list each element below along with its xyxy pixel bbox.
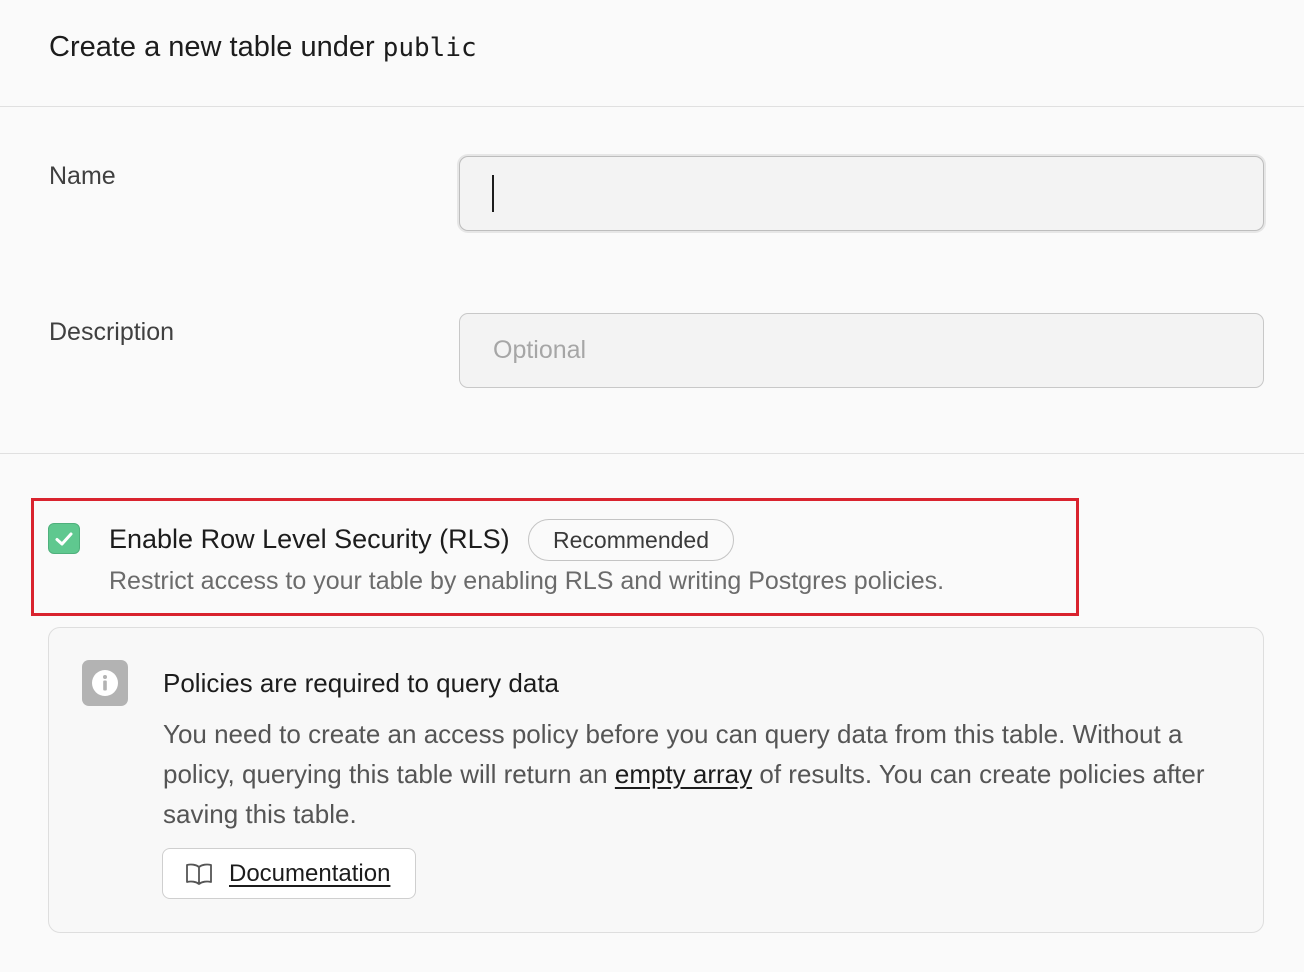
rls-label[interactable]: Enable Row Level Security (RLS) [109, 524, 510, 555]
recommended-badge: Recommended [528, 519, 734, 561]
schema-name: public [382, 33, 477, 63]
text-caret [492, 175, 494, 212]
alert-body: You need to create an access policy befo… [163, 714, 1243, 834]
documentation-label: Documentation [229, 859, 391, 887]
description-label: Description [49, 318, 175, 346]
book-icon [186, 863, 212, 885]
name-input[interactable] [459, 156, 1264, 231]
alert-title: Policies are required to query data [163, 668, 560, 698]
checkmark-icon [55, 532, 73, 545]
section-divider [0, 453, 1304, 454]
info-icon [82, 660, 128, 706]
rls-checkbox[interactable] [48, 523, 80, 554]
dialog-title-text: Create a new table under [49, 31, 375, 63]
dialog-header: Create a new table under public [0, 0, 1304, 107]
empty-array-link[interactable]: empty array [615, 759, 752, 789]
dialog-title: Create a new table under public [49, 31, 477, 64]
description-input[interactable] [459, 313, 1264, 388]
rls-description: Restrict access to your table by enablin… [109, 567, 945, 595]
name-label: Name [49, 162, 116, 190]
documentation-button[interactable]: Documentation [162, 848, 416, 899]
